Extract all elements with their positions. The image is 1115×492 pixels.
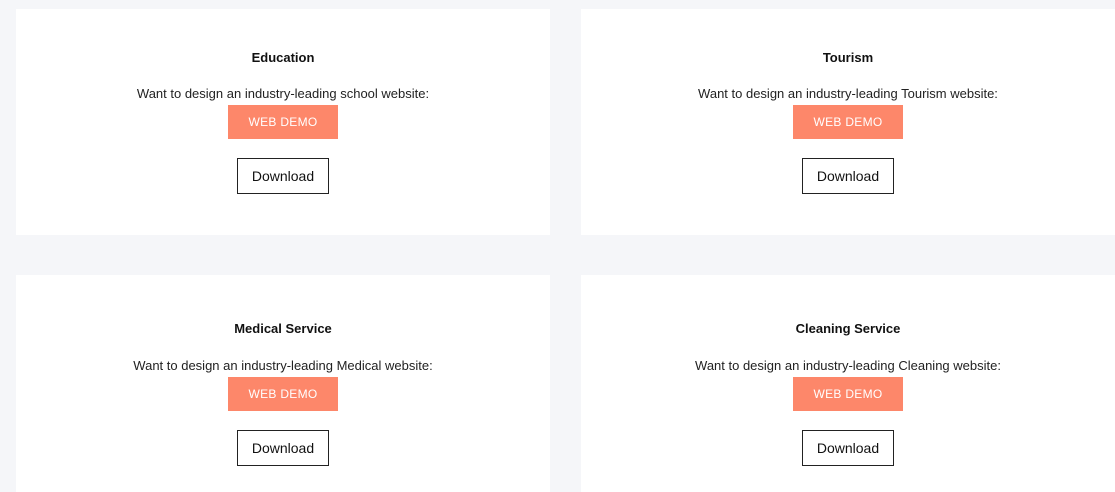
card-description: Want to design an industry-leading Medic… [133,358,433,373]
card-title: Cleaning Service [795,321,901,336]
template-card-medical-service: Medical Service Want to design an indust… [16,275,550,492]
download-button[interactable]: Download [802,430,894,466]
download-button[interactable]: Download [802,158,894,194]
template-card-tourism: Tourism Want to design an industry-leadi… [581,9,1115,235]
download-button[interactable]: Download [237,158,329,194]
card-title: Medical Service [234,321,332,336]
card-description: Want to design an industry-leading Clean… [695,358,1001,373]
web-demo-button[interactable]: WEB DEMO [793,105,903,139]
template-card-education: Education Want to design an industry-lea… [16,9,550,235]
web-demo-button[interactable]: WEB DEMO [228,377,338,411]
download-button[interactable]: Download [237,430,329,466]
card-description: Want to design an industry-leading Touri… [698,86,998,101]
card-description: Want to design an industry-leading schoo… [136,86,430,101]
web-demo-button[interactable]: WEB DEMO [793,377,903,411]
card-title: Education [251,50,315,65]
template-card-grid: Education Want to design an industry-lea… [0,0,1115,492]
template-card-cleaning-service: Cleaning Service Want to design an indus… [581,275,1115,492]
web-demo-button[interactable]: WEB DEMO [228,105,338,139]
card-title: Tourism [822,50,874,65]
